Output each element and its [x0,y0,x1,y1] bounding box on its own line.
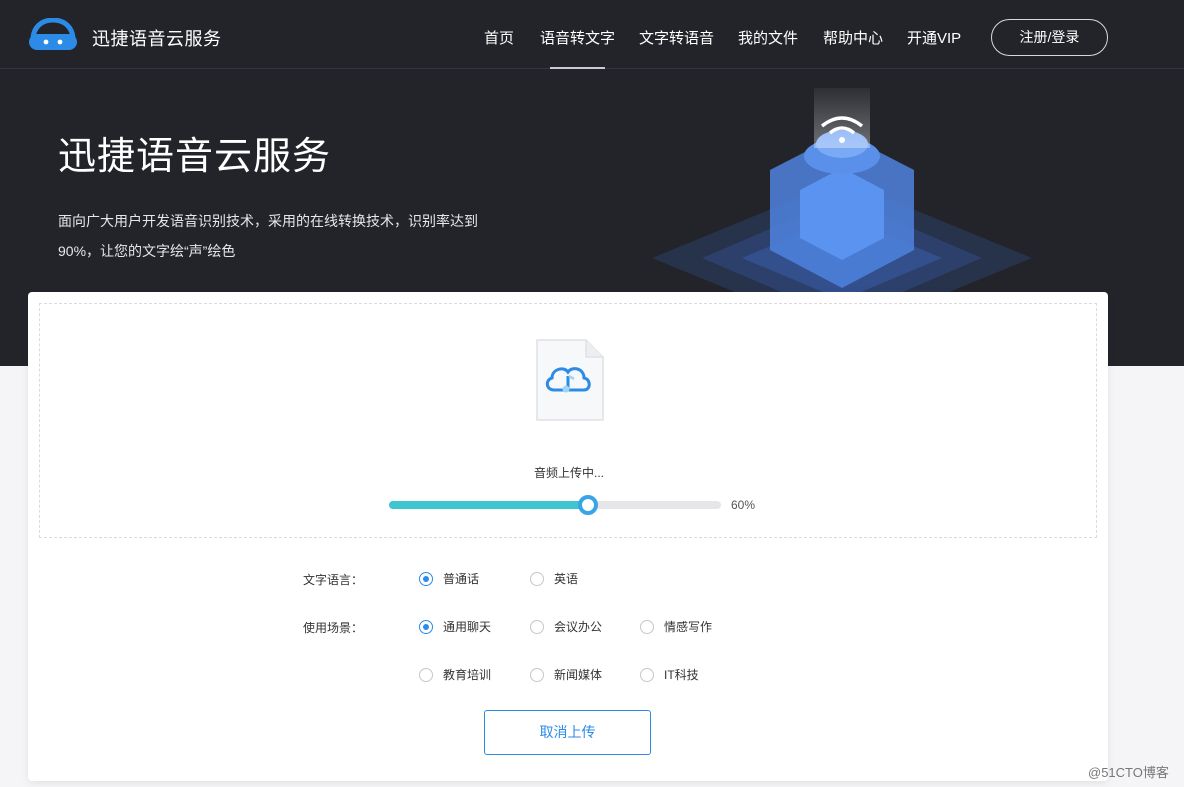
upload-card: 音频上传中... 60% 文字语言： 普通话 英语 使用场景： 通用聊天 会议办… [28,292,1108,781]
progress-handle[interactable] [578,495,599,515]
radio-news-media[interactable]: 新闻媒体 [530,666,602,683]
upload-dropzone[interactable]: 音频上传中... 60% [39,303,1097,538]
nav-item-vip[interactable]: 开通VIP [907,27,961,48]
top-navbar: 迅捷语音云服务 首页 语音转文字 文字转语音 我的文件 帮助中心 开通VIP 注… [0,0,1184,69]
audio-file-cloud-icon [536,339,604,421]
radio-general-chat[interactable]: 通用聊天 [419,618,491,635]
radio-label: IT科技 [664,668,699,682]
nav-item-text-to-speech[interactable]: 文字转语音 [639,27,714,48]
hero-description: 面向广大用户开发语音识别技术，采用的在线转换技术，识别率达到 90%，让您的文字… [58,206,503,266]
radio-emotional-writing[interactable]: 情感写作 [640,618,712,635]
upload-progress-fill [389,501,589,509]
radio-label: 英语 [554,572,579,586]
cancel-upload-button[interactable]: 取消上传 [484,710,651,755]
radio-dot-icon [640,619,654,634]
radio-english[interactable]: 英语 [530,570,578,587]
hero-desc-line-2: 90%，让您的文字绘“声”绘色 [58,243,236,259]
radio-label: 情感写作 [664,620,713,634]
nav-item-my-files[interactable]: 我的文件 [738,27,798,48]
radio-education[interactable]: 教育培训 [419,666,491,683]
language-label: 文字语言： [303,573,364,587]
radio-label: 教育培训 [443,668,492,682]
radio-label: 普通话 [443,572,480,586]
radio-dot-icon [419,571,433,586]
nav-item-home[interactable]: 首页 [484,27,514,48]
hero-title: 迅捷语音云服务 [58,136,332,178]
radio-dot-icon [530,667,544,682]
login-register-button[interactable]: 注册/登录 [991,19,1108,56]
radio-mandarin[interactable]: 普通话 [419,570,479,587]
radio-label: 新闻媒体 [554,668,603,682]
scene-label: 使用场景： [303,621,364,635]
upload-progress-percent: 60% [731,498,756,512]
hero-desc-line-1: 面向广大用户开发语音识别技术，采用的在线转换技术，识别率达到 [58,213,478,229]
headset-logo-icon[interactable] [27,18,79,50]
radio-dot-icon [640,667,654,682]
radio-dot-icon [419,619,433,634]
voice-cube-illustration-icon [652,88,1032,300]
radio-dot-icon [530,619,544,634]
radio-dot-icon [419,667,433,682]
brand-name[interactable]: 迅捷语音云服务 [92,25,222,51]
watermark: @51CTO博客 [1088,765,1169,780]
nav-item-speech-to-text[interactable]: 语音转文字 [540,27,615,69]
radio-label: 会议办公 [554,620,603,634]
nav-item-help-center[interactable]: 帮助中心 [823,27,883,48]
radio-label: 通用聊天 [443,620,492,634]
radio-it-tech[interactable]: IT科技 [640,666,699,683]
radio-dot-icon [530,571,544,586]
radio-meeting-office[interactable]: 会议办公 [530,618,602,635]
upload-progress-bar [389,495,721,515]
upload-status-text: 音频上传中... [533,466,604,480]
